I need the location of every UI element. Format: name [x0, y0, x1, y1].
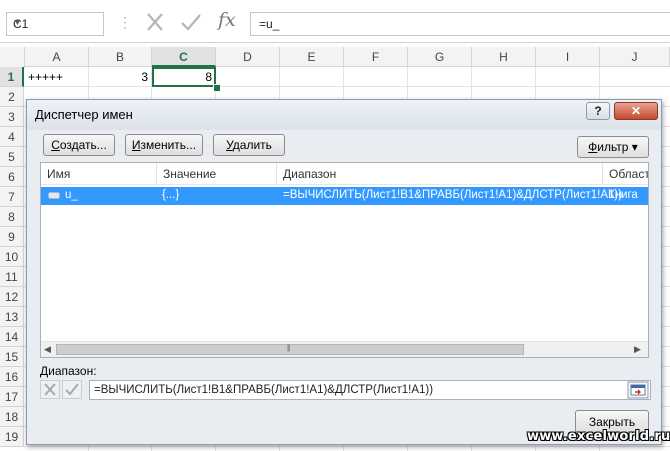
- edit-button-label: зменить...: [140, 138, 197, 152]
- row-header-7[interactable]: 7: [0, 187, 24, 207]
- scrollbar-thumb[interactable]: [56, 344, 524, 355]
- column-header-J[interactable]: J: [600, 47, 670, 67]
- fill-handle[interactable]: [213, 84, 221, 92]
- column-header-range[interactable]: Диапазон: [277, 163, 603, 185]
- range-cancel-button[interactable]: [40, 380, 60, 399]
- delete-button[interactable]: Удалить: [213, 134, 285, 156]
- check-icon: [65, 383, 79, 396]
- range-confirm-button[interactable]: [62, 380, 82, 399]
- formula-text: =u_: [259, 17, 280, 31]
- range-input[interactable]: =ВЫЧИСЛИТЬ(Лист1!B1&ПРАВБ(Лист1!A1)&ДЛСТ…: [89, 380, 651, 400]
- cell-A1[interactable]: +++++: [28, 68, 63, 87]
- column-header-E[interactable]: E: [280, 47, 344, 67]
- row-header-11[interactable]: 11: [0, 267, 24, 287]
- row-header-18[interactable]: 18: [0, 407, 24, 427]
- column-header-B[interactable]: B: [89, 47, 152, 67]
- dialog-titlebar[interactable]: Диспетчер имен ? ✕: [27, 100, 661, 130]
- range-label-hotkey: Д: [40, 364, 49, 378]
- row-range: =ВЫЧИСЛИТЬ(Лист1!B1&ПРАВБ(Лист1!A1)&ДЛСТ…: [283, 189, 623, 201]
- edit-button-hotkey: И: [131, 138, 141, 152]
- row-header-3[interactable]: 3: [0, 107, 24, 127]
- list-item[interactable]: u_ {...} =ВЫЧИСЛИТЬ(Лист1!B1&ПРАВБ(Лист1…: [41, 187, 648, 205]
- range-label-text: иапазон:: [48, 364, 97, 378]
- cell-B1[interactable]: 3: [90, 68, 148, 87]
- row-header-12[interactable]: 12: [0, 287, 24, 307]
- horizontal-scrollbar[interactable]: ◀ ||| ▶: [41, 341, 648, 357]
- names-list[interactable]: Имя Значение Диапазон Област u_ {...} =В…: [40, 162, 649, 358]
- delete-button-hotkey: У: [226, 138, 233, 152]
- column-header-name[interactable]: Имя: [41, 163, 157, 185]
- create-button[interactable]: Создать...: [43, 134, 115, 156]
- help-button[interactable]: ?: [586, 102, 610, 120]
- chevron-down-icon[interactable]: ▼: [13, 17, 99, 27]
- formula-input[interactable]: =u_: [250, 12, 670, 36]
- filter-button-label: ильтр ▾: [597, 140, 638, 154]
- column-header-scope[interactable]: Област: [603, 163, 648, 185]
- active-cell-border: [152, 67, 216, 87]
- column-header-F[interactable]: F: [344, 47, 408, 67]
- row-scope: Книга: [608, 189, 638, 201]
- scroll-right-icon[interactable]: ▶: [634, 344, 641, 355]
- close-icon[interactable]: ✕: [614, 102, 658, 120]
- row-name: u_: [65, 189, 78, 201]
- column-header-I[interactable]: I: [536, 47, 600, 67]
- range-label: Диапазон:: [40, 364, 97, 378]
- watermark: www.excelworld.ru: [527, 429, 670, 444]
- dialog-title: Диспетчер имен: [35, 107, 133, 122]
- insert-function-button[interactable]: fx: [218, 9, 236, 31]
- row-header-16[interactable]: 16: [0, 367, 24, 387]
- filter-button[interactable]: Фильтр ▾: [577, 136, 649, 158]
- row-header-6[interactable]: 6: [0, 167, 24, 187]
- cancel-icon[interactable]: [142, 10, 168, 34]
- row-header-13[interactable]: 13: [0, 307, 24, 327]
- row-header-10[interactable]: 10: [0, 247, 24, 267]
- row-header-5[interactable]: 5: [0, 147, 24, 167]
- enter-icon[interactable]: [178, 10, 204, 34]
- drag-handle-icon[interactable]: ⋮: [118, 14, 132, 32]
- row-header-9[interactable]: 9: [0, 227, 24, 247]
- create-button-hotkey: С: [51, 138, 60, 152]
- column-header-D[interactable]: D: [216, 47, 280, 67]
- select-all-corner[interactable]: [0, 47, 25, 68]
- column-header-A[interactable]: A: [25, 47, 89, 67]
- row-header-2[interactable]: 2: [0, 87, 24, 107]
- column-header-H[interactable]: H: [472, 47, 536, 67]
- column-header-G[interactable]: G: [408, 47, 472, 67]
- create-button-label: оздать...: [59, 138, 107, 152]
- formula-bar-area: C1 ▼ ⋮ fx =u_: [0, 0, 670, 43]
- gridline-horizontal: [24, 446, 670, 447]
- row-header-8[interactable]: 8: [0, 207, 24, 227]
- edit-button[interactable]: Изменить...: [125, 134, 203, 156]
- row-header-4[interactable]: 4: [0, 127, 24, 147]
- row-header-1[interactable]: 1: [0, 67, 24, 87]
- column-header-C[interactable]: C: [152, 47, 216, 67]
- delete-button-label: далить: [232, 138, 272, 152]
- name-manager-dialog: Диспетчер имен ? ✕ Создать... Изменить..…: [26, 99, 662, 445]
- filter-button-hotkey: Ф: [588, 140, 598, 154]
- row-header-19[interactable]: 19: [0, 427, 24, 447]
- row-header-15[interactable]: 15: [0, 347, 24, 367]
- collapse-dialog-icon[interactable]: [627, 381, 649, 399]
- cancel-icon: [44, 383, 56, 396]
- row-header-14[interactable]: 14: [0, 327, 24, 347]
- name-box[interactable]: C1 ▼: [6, 12, 104, 36]
- row-value: {...}: [162, 189, 180, 201]
- name-tag-icon: [47, 191, 61, 200]
- range-input-value: =ВЫЧИСЛИТЬ(Лист1!B1&ПРАВБ(Лист1!A1)&ДЛСТ…: [94, 384, 434, 396]
- grip-icon: |||: [287, 345, 291, 352]
- row-header-17[interactable]: 17: [0, 387, 24, 407]
- column-header-value[interactable]: Значение: [157, 163, 277, 185]
- scroll-left-icon[interactable]: ◀: [44, 344, 51, 355]
